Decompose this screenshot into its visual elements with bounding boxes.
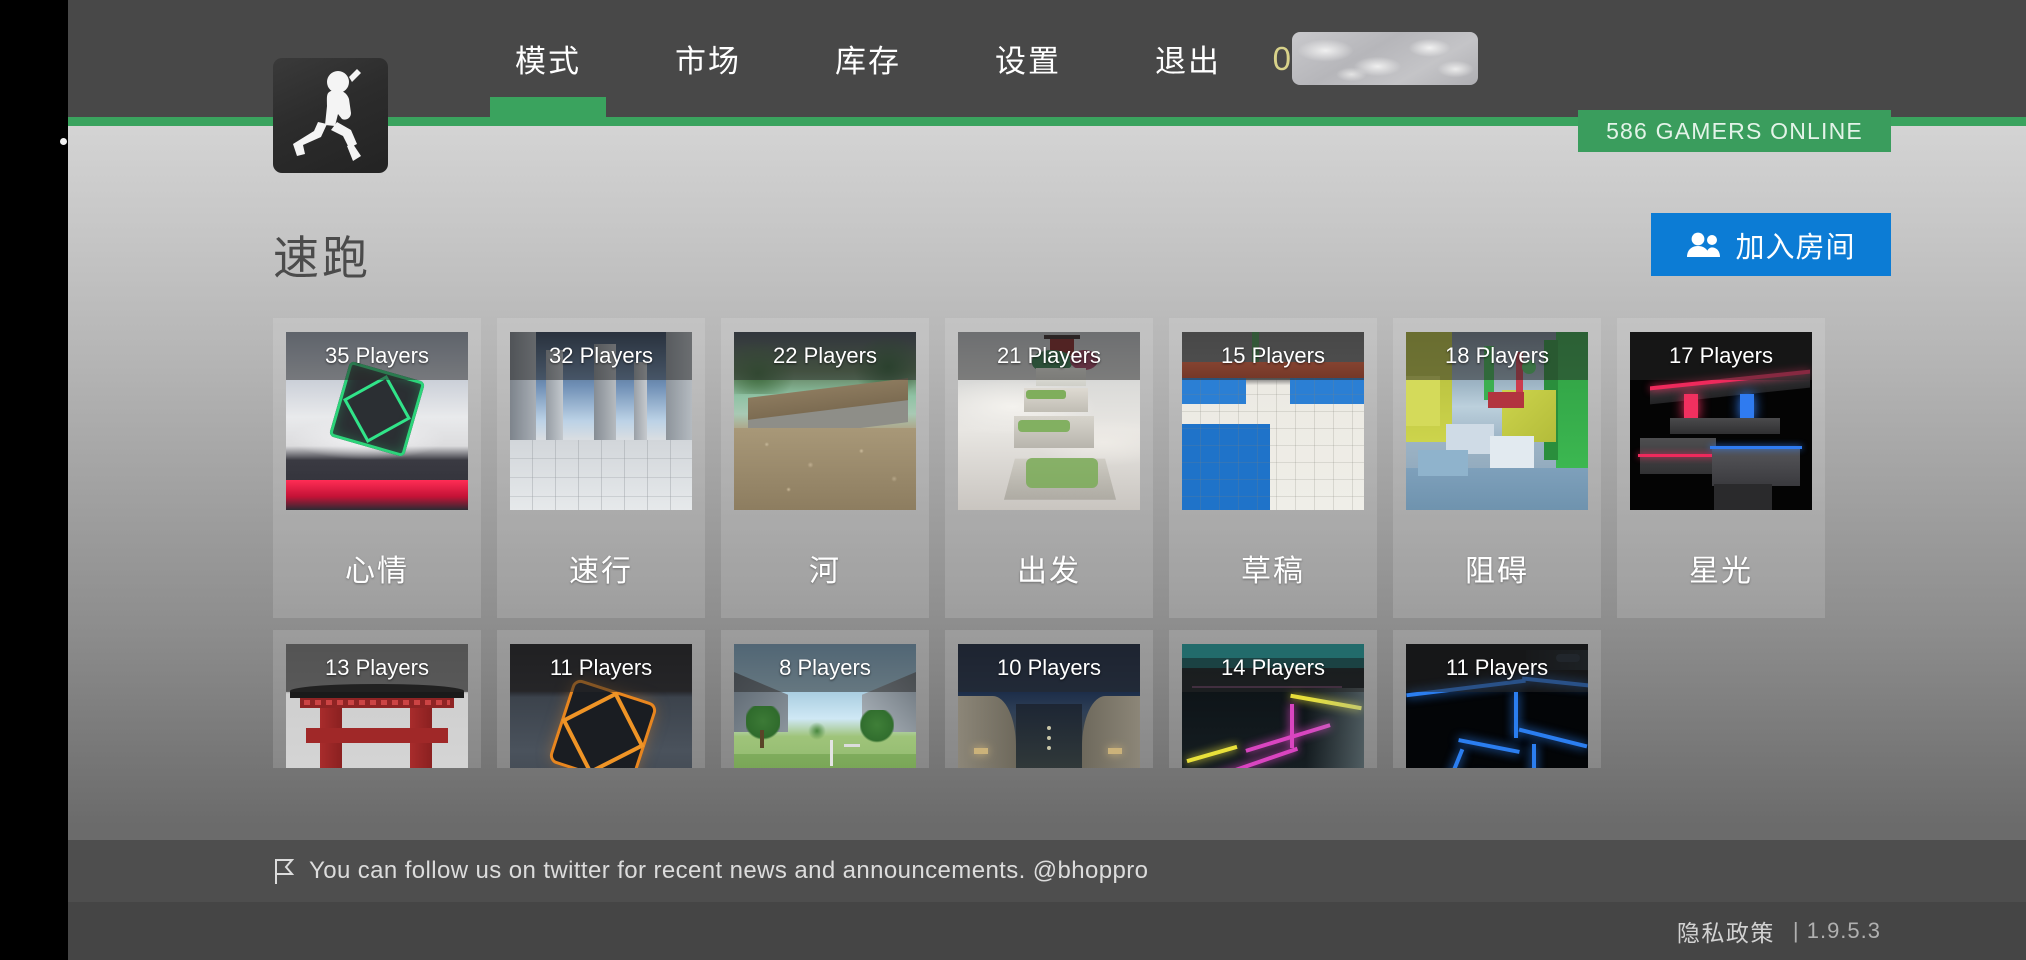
map-name: 星光 (1689, 555, 1753, 588)
running-person-icon (293, 69, 361, 161)
privacy-policy-link[interactable]: 隐私政策 (1677, 914, 1775, 948)
currency-amount: 0 (1272, 39, 1291, 77)
active-tab-indicator (490, 97, 606, 117)
map-card[interactable]: 10 Players (945, 630, 1153, 768)
map-thumbnail: 14 Players (1182, 644, 1364, 768)
map-card[interactable]: 32 Players 速行 (497, 318, 705, 618)
map-card[interactable]: 18 Players 阻碍 (1393, 318, 1601, 618)
map-thumbnail: 11 Players (1406, 644, 1588, 768)
main-nav: 模式 市场 库存 设置 退出 (468, 0, 1268, 117)
game-window: 模式 市场 库存 设置 退出 0 586 GAMERS ONLINE 速跑 加入… (0, 0, 2026, 960)
cursor-dot (60, 138, 67, 145)
map-card[interactable]: 14 Players (1169, 630, 1377, 768)
map-name: 出发 (1017, 555, 1081, 588)
nav-item-market[interactable]: 市场 (628, 0, 788, 117)
map-thumbnail: 11 Players (510, 644, 692, 768)
player-count-badge: 8 Players (734, 644, 916, 692)
player-count-label: 21 Players (997, 343, 1101, 368)
map-thumbnail: 18 Players (1406, 332, 1588, 510)
player-count-badge: 15 Players (1182, 332, 1364, 380)
footer-message: You can follow us on twitter for recent … (309, 857, 1149, 884)
player-count-label: 35 Players (325, 343, 429, 368)
player-count-badge: 13 Players (286, 644, 468, 692)
player-count-label: 18 Players (1445, 343, 1549, 368)
map-name: 草稿 (1241, 555, 1305, 588)
flag-icon (275, 859, 295, 884)
nav-item-settings[interactable]: 设置 (948, 0, 1108, 117)
nav-item-label: 市场 (675, 44, 741, 79)
map-thumbnail: 21 Players (958, 332, 1140, 510)
footer-announcement-bar: You can follow us on twitter for recent … (68, 840, 2026, 902)
nav-item-label: 设置 (995, 44, 1061, 79)
map-thumbnail: 8 Players (734, 644, 916, 768)
player-count-badge: 21 Players (958, 332, 1140, 380)
player-count-label: 15 Players (1221, 343, 1325, 368)
map-thumbnail: 35 Players (286, 332, 468, 510)
map-card[interactable]: 35 Players 心情 (273, 318, 481, 618)
player-count-badge: 11 Players (1406, 644, 1588, 692)
nav-item-inventory[interactable]: 库存 (788, 0, 948, 117)
version-label: | 1.9.5.3 (1792, 918, 1881, 943)
join-room-button[interactable]: 加入房间 (1651, 213, 1891, 276)
player-count-badge: 10 Players (958, 644, 1140, 692)
nav-item-modes[interactable]: 模式 (468, 0, 628, 117)
player-count-label: 8 Players (779, 655, 871, 680)
player-count-badge: 32 Players (510, 332, 692, 380)
player-count-badge: 18 Players (1406, 332, 1588, 380)
player-count-label: 22 Players (773, 343, 877, 368)
player-count-label: 17 Players (1669, 343, 1773, 368)
game-viewport: 模式 市场 库存 设置 退出 0 586 GAMERS ONLINE 速跑 加入… (68, 0, 2026, 960)
nav-item-label: 库存 (835, 44, 901, 79)
map-grid: 35 Players 心情 32 Players 速行 22 Players 河… (273, 318, 1923, 768)
map-thumbnail: 15 Players (1182, 332, 1364, 510)
map-card[interactable]: 22 Players 河 (721, 318, 929, 618)
map-card[interactable]: 13 Players (273, 630, 481, 768)
map-card[interactable]: 11 Players (1393, 630, 1601, 768)
online-players-label: 586 GAMERS ONLINE (1606, 117, 1863, 144)
player-count-label: 10 Players (997, 655, 1101, 680)
online-players-banner: 586 GAMERS ONLINE (1578, 110, 1891, 152)
player-count-badge: 11 Players (510, 644, 692, 692)
nav-item-label: 退出 (1155, 44, 1221, 79)
player-count-label: 11 Players (1445, 655, 1549, 680)
map-card[interactable]: 8 Players (721, 630, 929, 768)
player-count-badge: 14 Players (1182, 644, 1364, 692)
map-name: 心情 (345, 555, 409, 588)
map-thumbnail: 10 Players (958, 644, 1140, 768)
footer-bottom-bar: 隐私政策 | 1.9.5.3 (68, 902, 2026, 960)
map-card[interactable]: 11 Players (497, 630, 705, 768)
player-count-label: 13 Players (325, 655, 429, 680)
map-card[interactable]: 21 Players 出发 (945, 318, 1153, 618)
map-name: 速行 (569, 555, 633, 588)
map-thumbnail: 17 Players (1630, 332, 1812, 510)
map-card[interactable]: 17 Players 星光 (1617, 318, 1825, 618)
avatar[interactable] (1292, 32, 1478, 85)
page-title: 速跑 (273, 232, 371, 284)
nav-item-exit[interactable]: 退出 (1108, 0, 1268, 117)
player-count-badge: 17 Players (1630, 332, 1812, 380)
map-name: 阻碍 (1465, 555, 1529, 588)
map-thumbnail: 22 Players (734, 332, 916, 510)
nav-item-label: 模式 (515, 44, 581, 79)
player-count-label: 14 Players (1221, 655, 1325, 680)
map-thumbnail: 32 Players (510, 332, 692, 510)
map-grid-viewport: 35 Players 心情 32 Players 速行 22 Players 河… (68, 318, 2026, 768)
player-count-label: 32 Players (549, 343, 653, 368)
app-logo[interactable] (273, 58, 388, 173)
users-icon (1687, 232, 1721, 257)
map-thumbnail: 13 Players (286, 644, 468, 768)
player-count-label: 11 Players (549, 655, 653, 680)
map-card[interactable]: 15 Players 草稿 (1169, 318, 1377, 618)
player-count-badge: 35 Players (286, 332, 468, 380)
player-count-badge: 22 Players (734, 332, 916, 380)
map-name: 河 (809, 555, 841, 588)
letterbox-left (0, 0, 68, 960)
join-room-label: 加入房间 (1735, 231, 1856, 264)
